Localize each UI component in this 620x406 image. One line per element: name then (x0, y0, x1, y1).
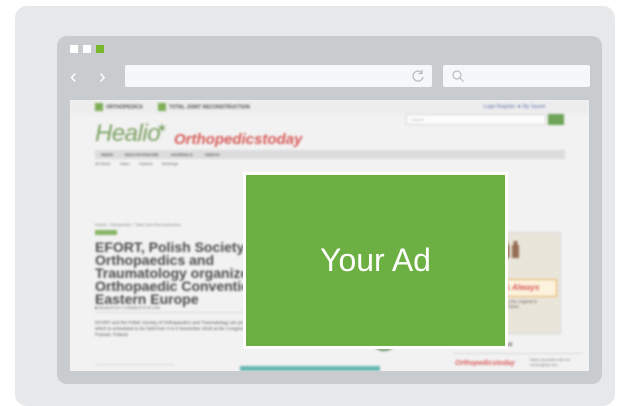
back-arrow-icon[interactable]: ‹ (70, 67, 77, 87)
ad-placement[interactable]: Your Ad (243, 172, 508, 349)
brand-title[interactable]: Orthopedicstoday (174, 131, 302, 148)
tag-orthopedics[interactable]: ORTHOPEDICS (95, 103, 143, 111)
tag-joint-label: TOTAL JOINT RECONSTRUCTION (169, 104, 250, 111)
site-search-button[interactable] (548, 114, 564, 125)
window-dot-minimize[interactable] (83, 45, 91, 53)
address-bar[interactable] (125, 65, 432, 87)
menu-item-videos[interactable]: VIDEOS (199, 150, 226, 159)
submenu-item[interactable]: Meetings (162, 161, 178, 166)
ad-label: Your Ad (320, 242, 431, 278)
submenu-item[interactable]: All News (95, 161, 111, 166)
comments-link[interactable]: ■ READ/POST COMMENTS ✉ LINK (95, 305, 160, 310)
menu-item-education[interactable]: EDUCATION/CME (119, 150, 164, 159)
window-dot-maximize[interactable] (96, 45, 104, 53)
submenu-item[interactable]: Opinion (139, 161, 153, 166)
search-icon (452, 70, 464, 82)
logo-star-icon: ✶ (156, 120, 168, 136)
window-dot-close[interactable] (70, 45, 78, 53)
article-byline: ORTHOPEDICS TODAY SEPTEMBER 26, 2018 (95, 288, 171, 292)
browser-search-field[interactable] (443, 65, 590, 87)
reload-icon[interactable] (410, 68, 426, 84)
divider (95, 364, 175, 365)
account-links[interactable]: Login Register ★ My Saved (483, 104, 545, 110)
window-controls (70, 45, 104, 53)
tag-orthopedics-label: ORTHOPEDICS (106, 104, 143, 111)
category-badge (95, 230, 117, 235)
divider (453, 353, 583, 354)
teal-banner[interactable] (240, 366, 380, 371)
breadcrumb[interactable]: Healio › Orthopedics › Total Joint Recon… (95, 222, 181, 227)
menu-item-news[interactable]: NEWS (95, 150, 119, 159)
healio-logo[interactable]: Healio (95, 120, 161, 148)
recent-blurb[interactable]: Rates associated with not meaningfully c… (530, 358, 585, 367)
card-background: ‹ › ORTHOPEDICS TOTAL JOINT RECONSTRUCTI… (15, 6, 615, 406)
site-search-input[interactable]: Search (406, 114, 546, 125)
forward-arrow-icon[interactable]: › (99, 67, 106, 87)
sub-menu: All News Video Opinion Meetings (95, 161, 186, 166)
tag-joint-reconstruction[interactable]: TOTAL JOINT RECONSTRUCTION (158, 103, 250, 111)
menu-item-journals[interactable]: JOURNALS (164, 150, 198, 159)
submenu-item[interactable]: Video (120, 161, 130, 166)
recent-publication-logo[interactable]: Orthopedicstoday (455, 360, 515, 367)
browser-window: ‹ › ORTHOPEDICS TOTAL JOINT RECONSTRUCTI… (57, 36, 602, 384)
main-menu: NEWS EDUCATION/CME JOURNALS VIDEOS (95, 150, 565, 159)
